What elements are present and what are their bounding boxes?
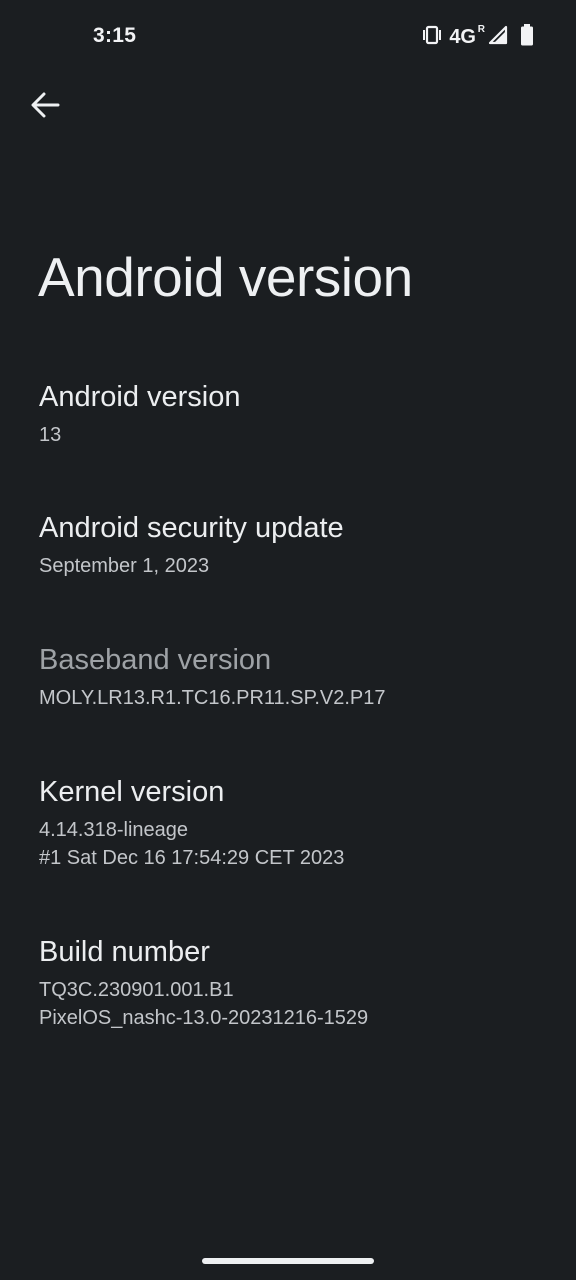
network-label: 4G: [449, 25, 476, 48]
pref-item-build-number[interactable]: Build number TQ3C.230901.001.B1 PixelOS_…: [39, 934, 539, 1032]
pref-summary: 13: [39, 424, 62, 446]
signal-icon: [488, 25, 508, 50]
summary-line: PixelOS_nashc-13.0-20231216-1529: [39, 1007, 369, 1029]
roaming-indicator: R: [477, 23, 485, 35]
pref-summary: TQ3C.230901.001.B1 PixelOS_nashc-13.0-20…: [39, 976, 539, 1032]
gesture-nav-handle[interactable]: [202, 1258, 374, 1264]
page-title: Android version: [38, 246, 413, 308]
pref-title: Android version: [39, 381, 241, 413]
pref-title: Android security update: [39, 512, 344, 544]
pref-summary: September 1, 2023: [39, 555, 210, 577]
summary-line: 4.14.318-lineage: [39, 819, 189, 841]
pref-item-kernel-version[interactable]: Kernel version 4.14.318-lineage #1 Sat D…: [39, 774, 539, 872]
summary-line: TQ3C.230901.001.B1: [39, 979, 234, 1001]
network-type: 4G R: [449, 24, 485, 49]
pref-title: Baseband version: [39, 644, 272, 676]
pref-title: Build number: [39, 936, 210, 968]
status-bar: 3:15 4G R: [0, 0, 576, 72]
status-time: 3:15: [93, 24, 137, 47]
pref-summary: 4.14.318-lineage #1 Sat Dec 16 17:54:29 …: [39, 816, 539, 872]
status-icons: 4G R: [421, 23, 534, 51]
pref-item-security-update[interactable]: Android security update September 1, 202…: [39, 510, 539, 580]
pref-item-android-version[interactable]: Android version 13: [39, 379, 539, 449]
arrow-back-icon: [30, 92, 60, 123]
pref-title: Kernel version: [39, 776, 225, 808]
back-button[interactable]: [22, 84, 68, 130]
vibrate-icon: [421, 25, 443, 50]
pref-item-baseband-version[interactable]: Baseband version MOLY.LR13.R1.TC16.PR11.…: [39, 642, 539, 712]
battery-icon: [520, 23, 534, 51]
summary-line: #1 Sat Dec 16 17:54:29 CET 2023: [39, 847, 345, 869]
pref-summary: MOLY.LR13.R1.TC16.PR11.SP.V2.P17: [39, 687, 386, 709]
